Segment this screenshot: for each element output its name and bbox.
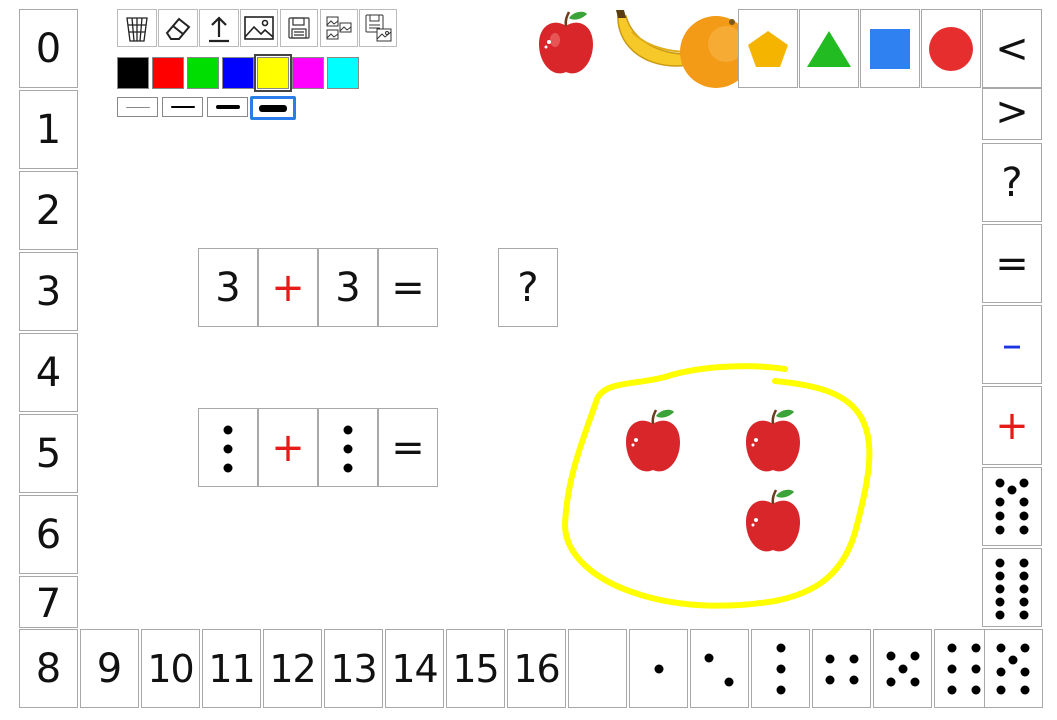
color-swatch-magenta[interactable] xyxy=(292,57,324,89)
greater-than-button[interactable]: > xyxy=(982,88,1042,140)
stroke-width-thick[interactable] xyxy=(207,97,248,117)
save-gallery-icon[interactable] xyxy=(359,9,397,47)
number-tile-3[interactable]: 3 xyxy=(19,252,78,331)
number-tile-13[interactable]: 13 xyxy=(324,629,383,708)
color-swatch-yellow[interactable] xyxy=(254,54,292,92)
gallery-icon[interactable] xyxy=(320,9,358,47)
minus-button[interactable]: – xyxy=(982,305,1042,384)
color-swatch-red[interactable] xyxy=(152,57,184,89)
dice-tile-5[interactable] xyxy=(873,629,932,708)
stroke-width-extra-thick[interactable] xyxy=(250,96,296,120)
dice-tile-1[interactable] xyxy=(629,629,688,708)
dice-tile-7[interactable] xyxy=(984,629,1043,708)
question-button[interactable]: ? xyxy=(982,143,1042,222)
equation2-equals-sign[interactable]: = xyxy=(378,408,438,487)
number-tile-0[interactable]: 0 xyxy=(19,9,78,88)
equals-button[interactable]: = xyxy=(982,224,1042,303)
color-swatch-cyan[interactable] xyxy=(327,57,359,89)
dice-tile-9[interactable] xyxy=(982,467,1042,546)
stroke-width-medium[interactable] xyxy=(162,97,203,117)
triangle-icon[interactable] xyxy=(799,9,859,88)
stroke-width-thin[interactable] xyxy=(117,97,158,117)
trash-icon[interactable] xyxy=(117,9,157,47)
apple-icon[interactable] xyxy=(742,406,804,478)
number-tile-12[interactable]: 12 xyxy=(263,629,322,708)
less-than-button[interactable]: < xyxy=(982,9,1042,88)
plus-button[interactable]: + xyxy=(982,386,1042,465)
number-tile-7[interactable]: 7 xyxy=(19,576,78,628)
apple-icon[interactable] xyxy=(742,486,804,558)
equation2-plus-sign[interactable]: + xyxy=(258,408,318,487)
apple-icon[interactable] xyxy=(622,406,684,478)
eraser-icon[interactable] xyxy=(158,9,198,47)
equation1-equals-sign[interactable]: = xyxy=(378,248,438,327)
dice-tile-0[interactable] xyxy=(568,629,627,708)
dice-tile-10[interactable] xyxy=(982,548,1042,627)
color-swatch-blue[interactable] xyxy=(222,57,254,89)
color-swatch-green[interactable] xyxy=(187,57,219,89)
square-icon[interactable] xyxy=(860,9,920,88)
equation1-plus-sign[interactable]: + xyxy=(258,248,318,327)
drawing-canvas[interactable] xyxy=(555,355,885,620)
number-tile-14[interactable]: 14 xyxy=(385,629,444,708)
number-tile-9[interactable]: 9 xyxy=(80,629,139,708)
color-swatch-black[interactable] xyxy=(117,57,149,89)
number-tile-16[interactable]: 16 xyxy=(507,629,566,708)
number-tile-5[interactable]: 5 xyxy=(19,414,78,493)
number-tile-2[interactable]: 2 xyxy=(19,171,78,250)
number-tile-4[interactable]: 4 xyxy=(19,333,78,412)
number-tile-8[interactable]: 8 xyxy=(19,629,78,708)
equation1-left-number[interactable]: 3 xyxy=(198,248,258,327)
number-tile-10[interactable]: 10 xyxy=(141,629,200,708)
save-icon[interactable] xyxy=(280,9,318,47)
number-tile-15[interactable]: 15 xyxy=(446,629,505,708)
equation1-right-number[interactable]: 3 xyxy=(318,248,378,327)
pentagon-icon[interactable] xyxy=(738,9,798,88)
equation1-answer-tile[interactable]: ? xyxy=(498,248,558,327)
number-tile-1[interactable]: 1 xyxy=(19,90,78,169)
number-tile-11[interactable]: 11 xyxy=(202,629,261,708)
yellow-loop-stroke xyxy=(562,363,873,609)
upload-icon[interactable] xyxy=(199,9,239,47)
dice-tile-4[interactable] xyxy=(812,629,871,708)
equation2-left-dice[interactable] xyxy=(198,408,258,487)
circle-icon[interactable] xyxy=(921,9,981,88)
number-tile-6[interactable]: 6 xyxy=(19,495,78,574)
dice-tile-2[interactable] xyxy=(690,629,749,708)
equation2-right-dice[interactable] xyxy=(318,408,378,487)
dice-tile-3[interactable] xyxy=(751,629,810,708)
apple-icon[interactable] xyxy=(535,8,597,80)
image-icon[interactable] xyxy=(240,9,278,47)
